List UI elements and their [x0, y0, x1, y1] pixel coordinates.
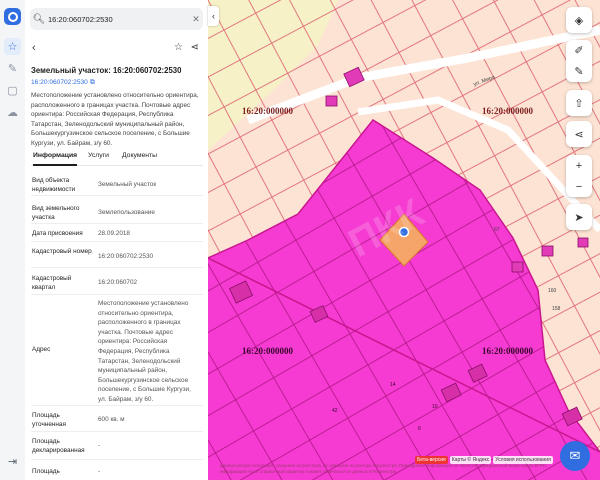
share-icon[interactable]: ⋖ [191, 42, 199, 53]
panel-header: ‹ ☆ ⋖ [30, 42, 203, 58]
info-row-label: Вид объекта недвижимости [32, 177, 76, 193]
info-row-label: Площадь декларированная [32, 438, 85, 454]
layers-icon: ◈ [574, 14, 584, 27]
back-chevron-icon[interactable]: ‹ [32, 42, 36, 54]
cloud-upload-icon: ⇧ [574, 97, 584, 110]
info-row: Адрес Местоположение установлено относит… [31, 295, 203, 406]
mail-icon: ✉ [569, 448, 581, 463]
zoom-controls: + − [566, 155, 592, 197]
collapse-panel-button[interactable]: ‹ [208, 6, 219, 26]
search-input[interactable]: 16:20:060702:2530 [48, 15, 189, 24]
plot-number: 158 [552, 306, 561, 312]
plot-number: 67 [494, 227, 500, 233]
tab-information[interactable]: Информация [33, 152, 78, 166]
info-row: Кадастровый квартал 16:20:060702 [31, 268, 203, 295]
info-row-value: Землепользование [98, 209, 155, 216]
info-row-value: - [98, 442, 101, 449]
quarter-label: 16:20:000000 [482, 106, 533, 116]
parcel-title: Земельный участок: 16:20:060702:2530 [31, 66, 182, 75]
favorite-star-icon[interactable]: ☆ [174, 42, 183, 53]
info-table: Вид объекта недвижимости Земельный участ… [31, 169, 203, 480]
parcel-description: Местоположение установлено относительно … [31, 92, 199, 147]
building [325, 95, 338, 107]
info-row: Вид земельного участка Землепользование [31, 196, 203, 224]
info-row: Площадь декларированная - [31, 432, 203, 460]
info-row: Вид объекта недвижимости Земельный участ… [31, 169, 203, 196]
zoom-out-icon[interactable]: − [566, 176, 592, 197]
search-bar[interactable]: 🔍︎ 16:20:060702:2530 ✕ [30, 8, 203, 30]
building [511, 261, 524, 273]
quarter-label: 16:20:000000 [482, 346, 533, 356]
plot-number: 42 [332, 408, 338, 414]
plot-number: 10 [432, 404, 438, 410]
edit-icon[interactable]: ✎ [566, 61, 592, 82]
info-row-value: 16:20:060702 [98, 279, 138, 286]
info-tabs: Информация Услуги Документы [31, 152, 203, 166]
measure-tool-icon[interactable]: ✎ [4, 60, 21, 77]
search-icon: 🔍︎ [32, 13, 46, 25]
quarter-label: 16:20:000000 [242, 106, 293, 116]
locate-arrow-icon: ➤ [574, 211, 584, 224]
building [541, 245, 554, 257]
tools-group: ✐ ✎ [566, 40, 592, 82]
ruler-icon[interactable]: ✐ [566, 40, 592, 61]
layers-square-icon[interactable]: ▢ [4, 82, 21, 99]
info-row: Площадь - [31, 460, 203, 480]
clear-search-icon[interactable]: ✕ [189, 14, 203, 25]
parcel-number[interactable]: 16:20:060702:2530 [31, 79, 88, 86]
plot-number: 160 [548, 288, 557, 294]
info-row-label: Площадь [32, 468, 60, 475]
info-row-label: Вид земельного участка [32, 205, 80, 221]
info-row-label: Кадастровый квартал [32, 275, 72, 291]
favorites-star-icon[interactable]: ☆ [4, 38, 21, 55]
legal-note: Данный ресурс использует сведения из рее… [220, 463, 548, 474]
parcel-number-link[interactable]: 16:20:060702:2530 ⧉ [31, 79, 95, 87]
info-row: Площадь уточненная 600 кв. м [31, 406, 203, 432]
info-row-value: 16:20:060702:2530 [98, 253, 154, 260]
copy-icon[interactable]: ⧉ [90, 79, 95, 86]
cloud-icon[interactable]: ☁ [4, 104, 21, 121]
layers-button[interactable]: ◈ [566, 7, 592, 33]
info-row-value: Местоположение установлено относительно … [98, 300, 191, 403]
info-row-value: 600 кв. м [98, 416, 125, 423]
feedback-mail-button[interactable]: ✉ [560, 441, 590, 471]
info-panel: 🔍︎ 16:20:060702:2530 ✕ ‹ ☆ ⋖ Земельный у… [25, 0, 208, 480]
share-icon: ⋖ [574, 128, 584, 141]
left-rail: ☆ ✎ ▢ ☁ ⇥ [0, 0, 26, 480]
info-row: Дата присвоения 28.09.2018 [31, 224, 203, 242]
info-row-value: Земельный участок [98, 181, 157, 188]
map-canvas[interactable]: 16:20:000000 16:20:000000 16:20:000000 1… [208, 0, 600, 480]
building [577, 237, 589, 248]
tab-documents[interactable]: Документы [122, 152, 157, 164]
share-map-button[interactable]: ⋖ [566, 121, 592, 147]
plot-number: 6 [418, 426, 421, 432]
logout-icon[interactable]: ⇥ [4, 453, 21, 470]
info-row-value: - [98, 468, 101, 475]
quarter-label: 16:20:000000 [242, 346, 293, 356]
tab-services[interactable]: Услуги [88, 152, 109, 164]
info-row-label: Кадастровый номер [32, 248, 92, 255]
plot-number: 14 [390, 382, 396, 388]
locate-button[interactable]: ➤ [566, 204, 592, 230]
info-row-label: Площадь уточненная [32, 412, 66, 428]
info-row: Кадастровый номер 16:20:060702:2530 [31, 242, 203, 268]
app-logo[interactable] [4, 8, 21, 25]
upload-button[interactable]: ⇧ [566, 90, 592, 116]
info-row-label: Адрес [32, 346, 51, 353]
cadastral-map[interactable]: 16:20:000000 16:20:000000 16:20:000000 1… [208, 0, 600, 480]
info-row-label: Дата присвоения [32, 230, 83, 237]
zoom-in-icon[interactable]: + [566, 155, 592, 176]
info-row-value: 28.09.2018 [98, 230, 130, 237]
